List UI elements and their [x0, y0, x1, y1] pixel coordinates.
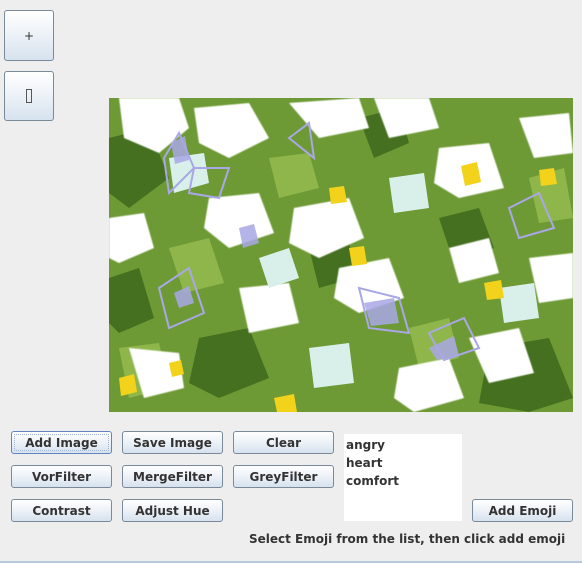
- grey-filter-label: GreyFilter: [249, 469, 318, 484]
- plus-button[interactable]: +: [4, 10, 54, 61]
- adjust-hue-button[interactable]: Adjust Hue: [122, 499, 223, 522]
- contrast-label: Contrast: [32, 503, 91, 518]
- plus-label: +: [23, 28, 35, 43]
- contrast-button[interactable]: Contrast: [11, 499, 112, 522]
- vor-filter-button[interactable]: VorFilter: [11, 465, 112, 488]
- adjust-hue-label: Adjust Hue: [135, 503, 210, 518]
- merge-filter-label: MergeFilter: [133, 469, 212, 484]
- save-image-button[interactable]: Save Image: [122, 431, 223, 454]
- clear-button[interactable]: Clear: [233, 431, 334, 454]
- clear-label: Clear: [265, 435, 302, 450]
- emoji-list[interactable]: angry heart comfort: [344, 434, 462, 521]
- grey-filter-button[interactable]: GreyFilter: [233, 465, 334, 488]
- unknown-symbol-button[interactable]: [4, 71, 54, 121]
- list-item[interactable]: comfort: [346, 472, 462, 490]
- instruction-text: Select Emoji from the list, then click a…: [249, 532, 566, 546]
- merge-filter-button[interactable]: MergeFilter: [122, 465, 223, 488]
- save-image-label: Save Image: [133, 435, 212, 450]
- image-canvas: [109, 98, 573, 412]
- add-emoji-button[interactable]: Add Emoji: [472, 499, 573, 522]
- list-item[interactable]: angry: [346, 436, 462, 454]
- vor-filter-label: VorFilter: [31, 469, 91, 484]
- missing-glyph-icon: [26, 89, 32, 103]
- list-item[interactable]: heart: [346, 454, 462, 472]
- app-window: + Add Image Save Image Clear VorFilter M…: [0, 0, 582, 563]
- stylized-flower-image: [109, 98, 573, 412]
- add-image-button[interactable]: Add Image: [11, 431, 112, 454]
- add-image-label: Add Image: [25, 435, 98, 450]
- add-emoji-label: Add Emoji: [488, 503, 557, 518]
